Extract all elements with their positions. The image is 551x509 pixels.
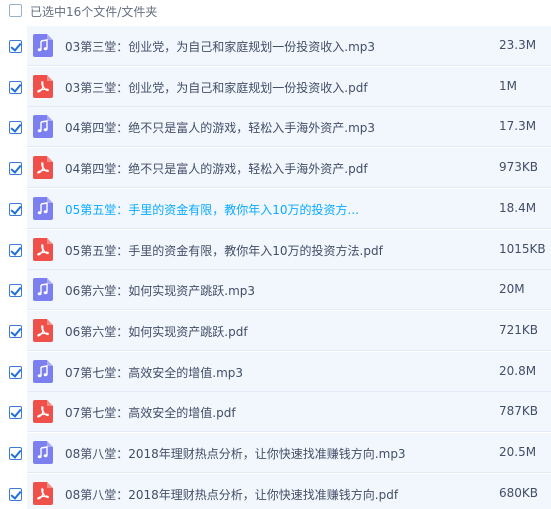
music-note-icon [33,115,53,138]
file-size: 680KB [499,486,539,500]
selection-header: 已选中16个文件/文件夹 [0,0,551,22]
file-row[interactable]: 08第八堂：2018年理财热点分析，让你快速找准赚钱方向.pdf 680KB [0,474,551,509]
file-checkbox[interactable] [9,40,22,53]
file-name[interactable]: 04第四堂：绝不只是富人的游戏，轻松入手海外资产.mp3 [65,119,375,136]
file-checkbox[interactable] [9,121,22,134]
file-name[interactable]: 08第八堂：2018年理财热点分析，让你快速找准赚钱方向.pdf [65,486,398,503]
file-checkbox[interactable] [9,325,22,338]
file-name[interactable]: 05第五堂：手里的资金有限，教你年入10万的投资方法.pdf [65,242,383,259]
file-size: 721KB [499,323,539,337]
pdf-acrobat-icon [33,319,53,342]
pdf-acrobat-icon [33,75,53,98]
music-note-icon [33,360,53,383]
music-note-icon [33,278,53,301]
file-name[interactable]: 05第五堂：手里的资金有限，教你年入10万的投资方... [65,201,359,218]
file-name[interactable]: 08第八堂：2018年理财热点分析，让你快速找准赚钱方向.mp3 [65,445,406,462]
pdf-acrobat-icon [33,482,53,505]
music-note-icon [33,197,53,220]
file-checkbox[interactable] [9,488,22,501]
file-checkbox[interactable] [9,162,22,175]
file-name[interactable]: 06第六堂：如何实现资产跳跃.mp3 [65,282,255,299]
file-size: 23.3M [499,38,537,52]
file-checkbox[interactable] [9,406,22,419]
selection-count-text: 已选中16个文件/文件夹 [30,5,158,19]
file-size: 787KB [499,404,539,418]
file-name[interactable]: 03第三堂：创业党，为自己和家庭规划一份投资收入.pdf [65,79,368,96]
file-row[interactable]: 06第六堂：如何实现资产跳跃.pdf 721KB [0,311,551,351]
select-all-checkbox[interactable] [9,4,22,17]
file-row[interactable]: 03第三堂：创业党，为自己和家庭规划一份投资收入.pdf 1M [0,67,551,107]
file-size: 18.4M [499,201,537,215]
pdf-acrobat-icon [33,238,53,261]
file-size: 20M [499,282,525,296]
pdf-acrobat-icon [33,156,53,179]
file-size: 20.5M [499,445,537,459]
file-name[interactable]: 04第四堂：绝不只是富人的游戏，轻松入手海外资产.pdf [65,160,368,177]
file-row[interactable]: 05第五堂：手里的资金有限，教你年入10万的投资方... 18.4M [0,189,551,229]
file-checkbox[interactable] [9,447,22,460]
file-checkbox[interactable] [9,81,22,94]
file-name[interactable]: 07第七堂：高效安全的增值.pdf [65,404,236,421]
file-checkbox[interactable] [9,244,22,257]
file-row[interactable]: 07第七堂：高效安全的增值.pdf 787KB [0,392,551,432]
pdf-acrobat-icon [33,400,53,423]
file-row[interactable]: 08第八堂：2018年理财热点分析，让你快速找准赚钱方向.mp3 20.5M [0,433,551,473]
file-row[interactable]: 04第四堂：绝不只是富人的游戏，轻松入手海外资产.mp3 17.3M [0,107,551,147]
file-checkbox[interactable] [9,366,22,379]
file-size: 1M [499,79,517,93]
file-size: 973KB [499,160,539,174]
music-note-icon [33,34,53,57]
file-checkbox[interactable] [9,203,22,216]
file-size: 17.3M [499,119,537,133]
file-row[interactable]: 07第七堂：高效安全的增值.mp3 20.8M [0,352,551,392]
file-row[interactable]: 03第三堂：创业党，为自己和家庭规划一份投资收入.mp3 23.3M [0,26,551,66]
music-note-icon [33,441,53,464]
file-name[interactable]: 03第三堂：创业党，为自己和家庭规划一份投资收入.mp3 [65,38,375,55]
file-name[interactable]: 07第七堂：高效安全的增值.mp3 [65,364,243,381]
file-list: 03第三堂：创业党，为自己和家庭规划一份投资收入.mp3 23.3M 03第三堂：… [0,26,551,509]
file-checkbox[interactable] [9,284,22,297]
file-row[interactable]: 05第五堂：手里的资金有限，教你年入10万的投资方法.pdf 1015KB [0,230,551,270]
file-size: 1015KB [499,242,546,256]
file-row[interactable]: 04第四堂：绝不只是富人的游戏，轻松入手海外资产.pdf 973KB [0,148,551,188]
file-size: 20.8M [499,364,537,378]
file-row[interactable]: 06第六堂：如何实现资产跳跃.mp3 20M [0,270,551,310]
file-name[interactable]: 06第六堂：如何实现资产跳跃.pdf [65,323,248,340]
